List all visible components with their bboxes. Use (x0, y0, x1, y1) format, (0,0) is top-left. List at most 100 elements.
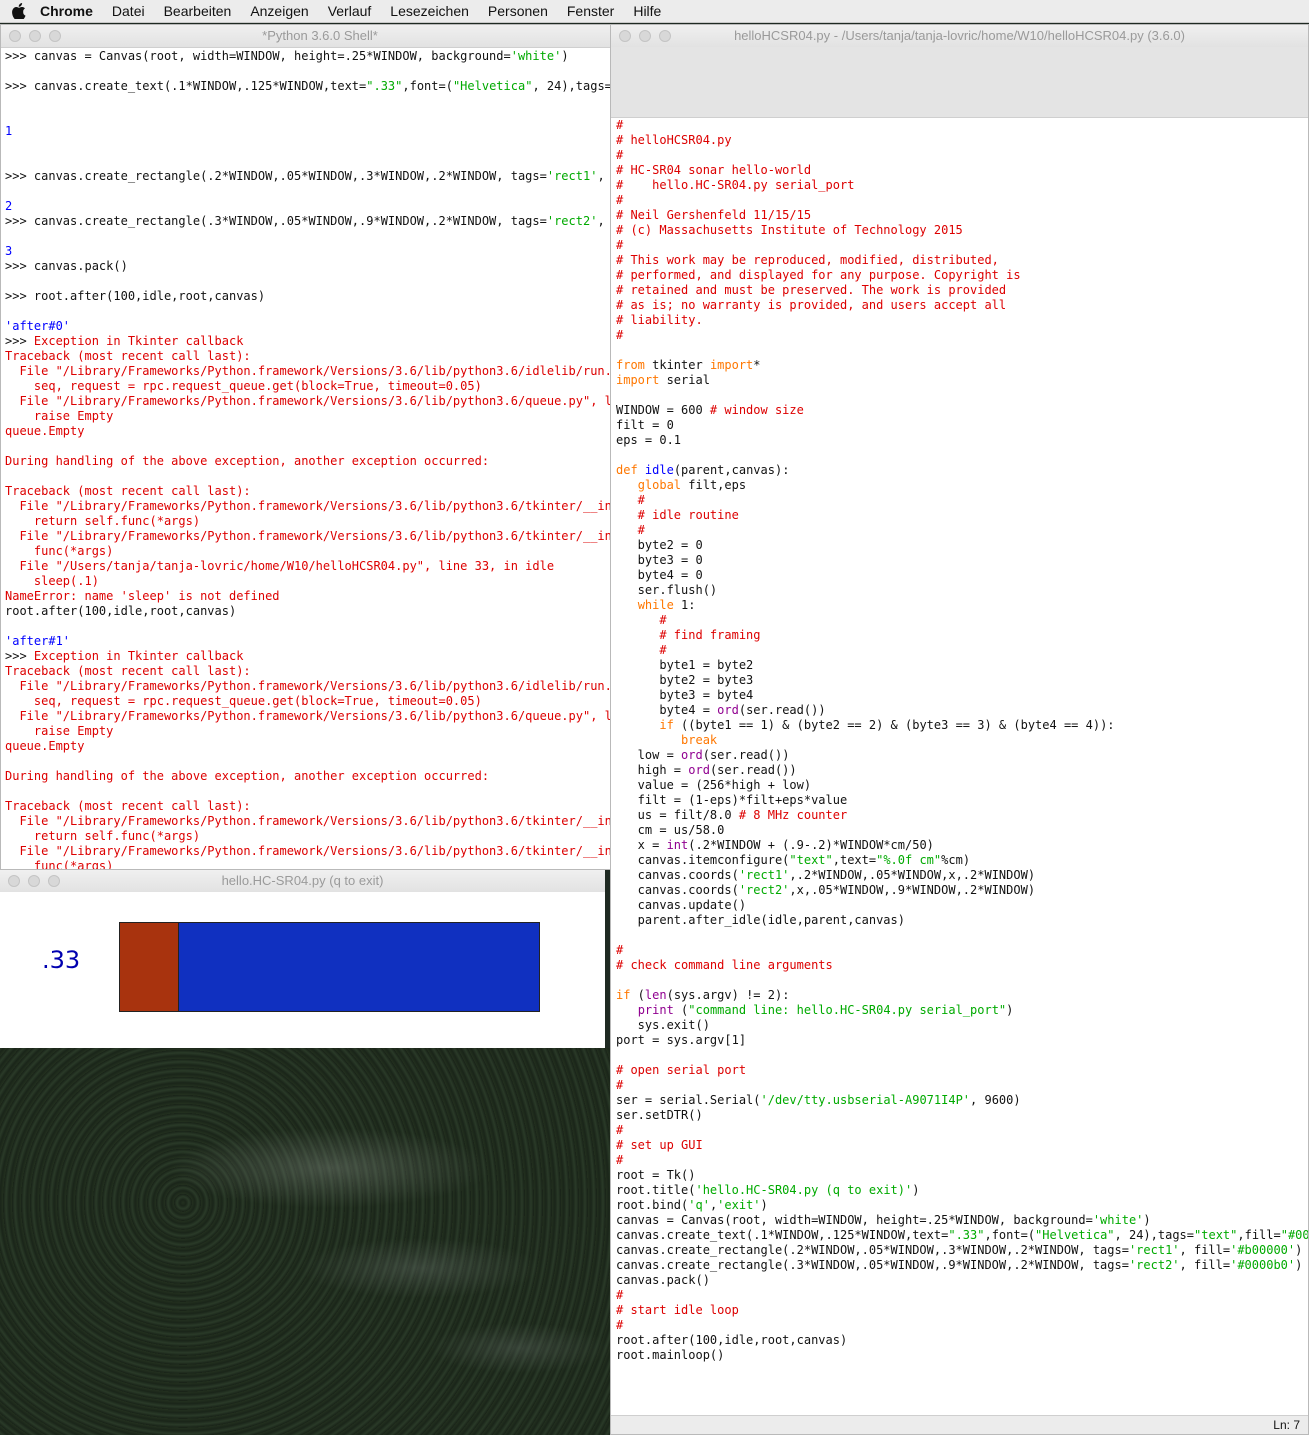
menu-verlauf[interactable]: Verlauf (328, 3, 372, 19)
code-line: # (616, 643, 667, 657)
code-line: break (681, 733, 718, 747)
code-line: byte1 = byte2 (616, 658, 754, 672)
code-line: # (616, 193, 624, 207)
code-line: def idle(parent,canvas): (616, 463, 790, 477)
editor-toolbar-area (611, 47, 1308, 118)
shell-line: File "/Library/Frameworks/Python.framewo… (5, 679, 625, 693)
code-line: byte2 = 0 (616, 538, 703, 552)
shell-title: *Python 3.6.0 Shell* (262, 28, 378, 43)
menu-lesezeichen[interactable]: Lesezeichen (390, 3, 469, 19)
code-line: # as is; no warranty is provided, and us… (616, 298, 1007, 312)
code-line: # (616, 118, 624, 132)
code-line: byte4 = 0 (616, 568, 703, 582)
shell-line: ​ (5, 139, 625, 154)
code-line: print ("command line: hello.HC-SR04.py s… (637, 1003, 1014, 1017)
shell-line: File "/Library/Frameworks/Python.framewo… (5, 364, 625, 378)
hello-titlebar[interactable]: hello.HC-SR04.py (q to exit) (0, 870, 605, 893)
code-line: # set up GUI (616, 1138, 703, 1152)
menu-hilfe[interactable]: Hilfe (633, 3, 661, 19)
code-line: WINDOW = 600 # window size (616, 403, 804, 417)
shell-line: seq, request = rpc.request_queue.get(blo… (5, 694, 482, 708)
code-line: # liability. (616, 313, 703, 327)
code-line: canvas.itemconfigure("text",text="%.0f c… (616, 853, 971, 867)
shell-line: return self.func(*args) (5, 829, 201, 843)
editor-titlebar[interactable]: helloHCSR04.py - /Users/tanja/tanja-lovr… (611, 25, 1308, 48)
shell-line: seq, request = rpc.request_queue.get(blo… (5, 379, 482, 393)
code-line: sys.exit() (616, 1018, 710, 1032)
rect1-bar (119, 922, 179, 1012)
code-line: x = int(.2*WINDOW + (.9-.2)*WINDOW*cm/50… (616, 838, 934, 852)
code-line: # (616, 523, 645, 537)
menu-datei[interactable]: Datei (112, 3, 145, 19)
shell-line: ​ (5, 619, 625, 634)
code-line: root.mainloop() (616, 1348, 725, 1362)
shell-output[interactable]: >>> canvas = Canvas(root, width=WINDOW, … (5, 49, 625, 870)
code-line: byte4 = ord(ser.read()) (616, 703, 826, 717)
line-number-indicator: Ln: 7 (1273, 1418, 1300, 1432)
code-line: canvas.create_rectangle(.3*WINDOW,.05*WI… (616, 1258, 1303, 1272)
code-line: # (616, 1288, 624, 1302)
close-button[interactable] (8, 875, 20, 887)
code-line: # (c) Massachusetts Institute of Technol… (616, 223, 963, 237)
apple-menu-icon[interactable] (12, 3, 26, 19)
code-line: import serial (616, 373, 710, 387)
minimize-button[interactable] (28, 875, 40, 887)
code-line: canvas.coords('rect1',.2*WINDOW,.05*WIND… (616, 868, 1036, 882)
shell-line: sleep(.1) (5, 574, 99, 588)
menu-fenster[interactable]: Fenster (567, 3, 614, 19)
shell-line: >>> Exception in Tkinter callback (5, 334, 244, 348)
shell-line: ​ (5, 64, 625, 79)
zoom-button[interactable] (49, 30, 61, 42)
code-editor[interactable]: # # helloHCSR04.py # # HC-SR04 sonar hello-… (616, 118, 1308, 1434)
distance-text: .33 (42, 946, 81, 974)
shell-line: func(*args) (5, 859, 114, 870)
shell-line: During handling of the above exception, … (5, 769, 490, 783)
shell-line: File "/Library/Frameworks/Python.framewo… (5, 709, 625, 723)
code-line: canvas.pack() (616, 1273, 710, 1287)
menu-anzeigen[interactable]: Anzeigen (250, 3, 308, 19)
zoom-button[interactable] (659, 30, 671, 42)
shell-line: >>> canvas.create_rectangle(.3*WINDOW,.0… (5, 214, 625, 228)
minimize-button[interactable] (29, 30, 41, 42)
shell-line: ​ (5, 469, 625, 484)
tk-canvas: .33 (0, 892, 605, 1048)
status-bar: Ln: 7 (611, 1415, 1308, 1434)
code-line: if (len(sys.argv) != 2): (616, 988, 790, 1002)
menu-bearbeiten[interactable]: Bearbeiten (164, 3, 232, 19)
code-line: # (616, 1078, 624, 1092)
minimize-button[interactable] (639, 30, 651, 42)
shell-line: ​ (5, 784, 625, 799)
code-line: eps = 0.1 (616, 433, 682, 447)
code-line: # performed, and displayed for any purpo… (616, 268, 1021, 282)
code-line: # Neil Gershenfeld 11/15/15 (616, 208, 812, 222)
shell-line: ​ (5, 154, 625, 169)
desktop-wallpaper (0, 1048, 610, 1435)
code-line: byte2 = byte3 (616, 673, 754, 687)
menu-app-chrome[interactable]: Chrome (40, 3, 93, 19)
code-line: global filt,eps (637, 478, 747, 492)
zoom-button[interactable] (48, 875, 60, 887)
menu-bar: Chrome Datei Bearbeiten Anzeigen Verlauf… (0, 0, 1309, 23)
code-line: canvas = Canvas(root, width=WINDOW, heig… (616, 1213, 1151, 1227)
shell-line: queue.Empty (5, 739, 85, 753)
code-line: root.title('hello.HC-SR04.py (q to exit)… (616, 1183, 920, 1197)
shell-line: 'after#1' (5, 634, 71, 648)
hello-title: hello.HC-SR04.py (q to exit) (221, 873, 384, 888)
code-line: # retained and must be preserved. The wo… (616, 283, 1007, 297)
shell-line: >>> canvas.create_text(.1*WINDOW,.125*WI… (5, 79, 625, 93)
shell-line: queue.Empty (5, 424, 85, 438)
code-line: # check command line arguments (616, 958, 833, 972)
shell-text: >>> canvas = Canvas(root, width=WINDOW, … (5, 49, 625, 870)
shell-line: func(*args) (5, 544, 114, 558)
close-button[interactable] (9, 30, 21, 42)
code-line: byte3 = byte4 (616, 688, 754, 702)
code-line: # (616, 238, 624, 252)
shell-line: Traceback (most recent call last): (5, 664, 251, 678)
code-line: high = ord(ser.read()) (616, 763, 797, 777)
close-button[interactable] (619, 30, 631, 42)
code-line: # This work may be reproduced, modified,… (616, 253, 999, 267)
shell-titlebar[interactable]: *Python 3.6.0 Shell* (1, 25, 639, 48)
code-line: if ((byte1 == 1) & (byte2 == 2) & (byte3… (659, 718, 1115, 732)
code-line: ​ (616, 343, 1308, 358)
menu-personen[interactable]: Personen (488, 3, 548, 19)
